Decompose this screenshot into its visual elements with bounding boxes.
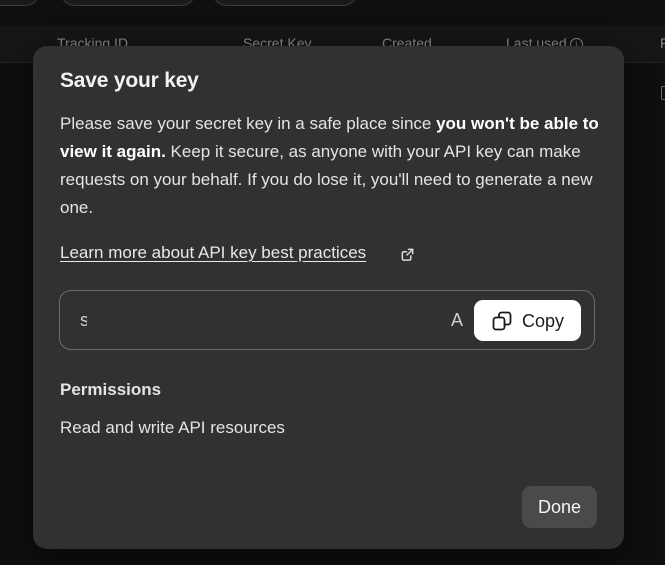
save-key-dialog: Save your key Please save your secret ke…: [33, 46, 624, 549]
dialog-description: Please save your secret key in a safe pl…: [60, 110, 608, 222]
done-button[interactable]: Done: [522, 486, 597, 528]
background-row-checkbox[interactable]: [661, 86, 665, 100]
copy-icon: [492, 311, 512, 331]
secret-key-end: A: [451, 310, 464, 330]
column-header-permissions: P: [660, 35, 665, 51]
learn-more-link[interactable]: Learn more about API key best practices: [60, 243, 366, 263]
dialog-title: Save your key: [60, 69, 199, 92]
description-text: Please save your secret key in a safe pl…: [60, 114, 437, 133]
done-button-label: Done: [537, 497, 582, 517]
background-filter-pill[interactable]: [0, 0, 40, 6]
external-link-icon[interactable]: [400, 247, 415, 262]
permissions-heading: Permissions: [60, 380, 162, 399]
copy-button-label: Copy: [522, 311, 565, 331]
copy-button[interactable]: Copy: [474, 300, 581, 341]
background-filter-pill[interactable]: [212, 0, 358, 6]
permissions-value: Read and write API resources: [60, 418, 285, 437]
secret-key-start: s: [80, 310, 87, 330]
background-filter-pill[interactable]: [60, 0, 196, 6]
